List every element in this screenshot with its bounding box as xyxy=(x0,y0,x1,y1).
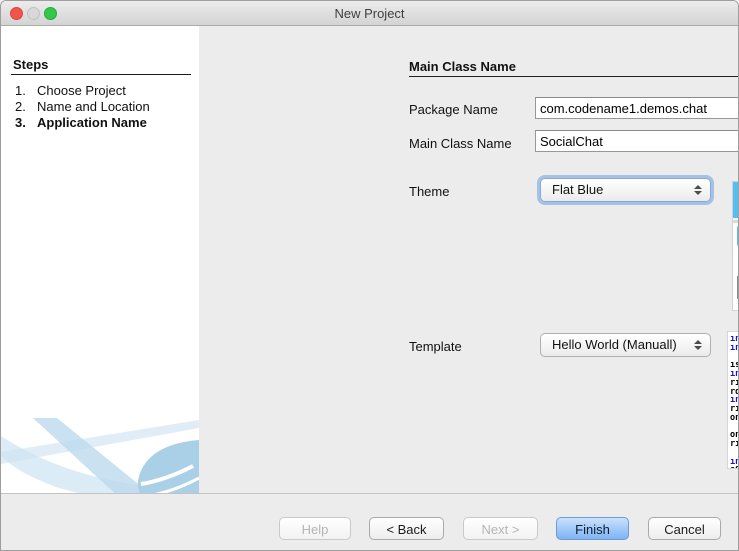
theme-dropdown[interactable]: Flat Blue xyxy=(540,178,711,202)
new-project-dialog: New Project Steps 1.Choose Project 2.Nam… xyxy=(0,0,739,551)
theme-preview-image: Hi World Button Item 1 TextField xyxy=(732,181,739,311)
code-line xyxy=(730,449,739,458)
code-line: inal List contactsList = new List( xyxy=(730,370,739,379)
code-line: ontactsDemo.addComponent(BorderLay xyxy=(730,414,739,423)
code-line: rid.setRenderer(createGridRendere xyxy=(730,440,739,449)
steps-heading: Steps xyxy=(13,57,48,72)
step-number: 1. xyxy=(15,83,37,98)
code-line: inal Button asGrid = new Button("A xyxy=(730,458,739,467)
step-number: 3. xyxy=(15,115,37,130)
theme-selected-value: Flat Blue xyxy=(552,182,603,197)
main-class-name-input[interactable] xyxy=(535,130,739,152)
step-item-choose-project: 1.Choose Project xyxy=(15,83,195,98)
steps-sidebar: Steps 1.Choose Project 2.Name and Locati… xyxy=(1,26,199,493)
code-line: sGrid.addActionListener(new ActionLis xyxy=(730,466,739,469)
next-button: Next > xyxy=(463,517,538,540)
template-label: Template xyxy=(409,339,462,354)
content-panel: Main Class Name Package Name Main Class … xyxy=(199,26,739,493)
step-label: Name and Location xyxy=(37,99,150,114)
code-line xyxy=(730,423,739,432)
code-line xyxy=(730,353,739,362)
main-class-name-label: Main Class Name xyxy=(409,136,512,151)
template-selected-value: Hello World (Manuall) xyxy=(552,337,677,352)
theme-label: Theme xyxy=(409,184,449,199)
finish-button[interactable]: Finish xyxy=(556,517,629,540)
code-line: inal ContainerList grid = new Cont xyxy=(730,396,739,405)
title-bar[interactable]: New Project xyxy=(1,1,738,26)
page-title: Main Class Name xyxy=(409,59,516,74)
back-button[interactable]: < Back xyxy=(369,517,444,540)
code-line: istModel m = new ContactsModel(Dis xyxy=(730,361,739,370)
package-name-input[interactable] xyxy=(535,97,739,119)
preview-divider xyxy=(733,220,739,223)
step-item-name-location: 2.Name and Location xyxy=(15,99,195,114)
code-line: ridLayout grd = new GridLayout(1, xyxy=(730,379,739,388)
code-line: ontactsList.setRenderer(createList xyxy=(730,431,739,440)
step-number: 2. xyxy=(15,99,37,114)
steps-heading-rule xyxy=(11,74,191,75)
template-dropdown[interactable]: Hello World (Manuall) xyxy=(540,333,711,357)
cancel-button[interactable]: Cancel xyxy=(648,517,721,540)
step-label: Choose Project xyxy=(37,83,126,98)
preview-titlebar: Hi World xyxy=(733,182,739,218)
code-preview: inal Container contactsDemo = new inal I… xyxy=(727,331,739,469)
package-name-label: Package Name xyxy=(409,102,498,117)
dropdown-arrows-icon xyxy=(694,185,702,195)
help-button: Help xyxy=(279,517,351,540)
dropdown-arrows-icon xyxy=(694,340,702,350)
code-line: inal Container contactsDemo = new xyxy=(730,335,739,344)
code-line: inal Image defaultIcon = getResour xyxy=(730,344,739,353)
step-label: Application Name xyxy=(37,115,147,130)
code-line: rd.setAutoFit(true); xyxy=(730,388,739,397)
header-rule xyxy=(409,76,739,77)
step-item-application-name: 3.Application Name xyxy=(15,115,195,130)
code-line: rid.setLayout(grd); xyxy=(730,405,739,414)
window-title: New Project xyxy=(1,1,738,26)
